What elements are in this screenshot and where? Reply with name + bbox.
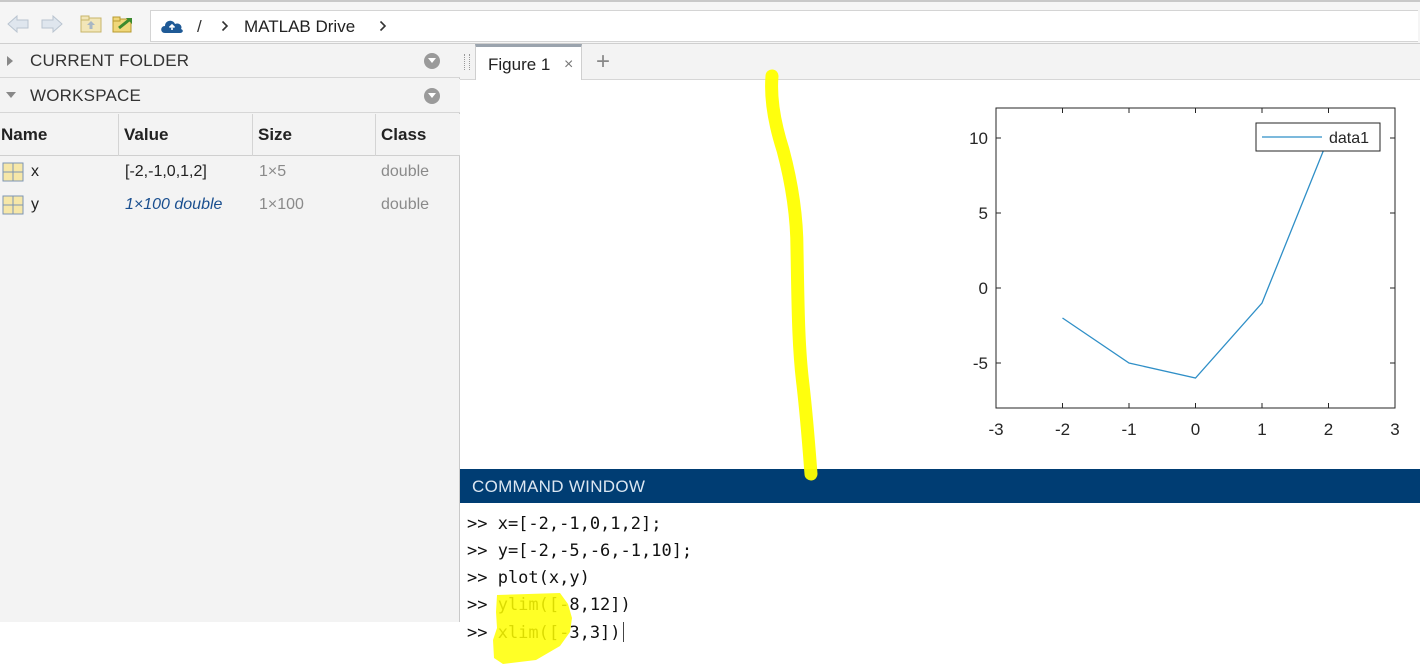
workspace-section[interactable]: WORKSPACE — [0, 79, 460, 113]
drag-handle-icon[interactable] — [464, 54, 470, 70]
x-tick-label: 3 — [1390, 420, 1399, 439]
variable-grid-icon — [2, 195, 24, 215]
x-tick-label: -1 — [1121, 420, 1136, 439]
tab-figure-1[interactable]: Figure 1 × — [475, 44, 582, 81]
column-header-value[interactable]: Value — [119, 114, 253, 156]
y-tick-label: -5 — [973, 354, 988, 373]
figure-canvas[interactable]: -3 -2 -1 0 1 2 3 -5 0 5 10 data1 — [460, 80, 1420, 469]
plot-area — [995, 107, 1396, 409]
variable-grid-icon — [2, 162, 24, 182]
variable-size: 1×100 — [259, 196, 304, 213]
current-folder-section[interactable]: CURRENT FOLDER — [0, 44, 460, 78]
forward-arrow-icon[interactable] — [40, 14, 64, 34]
command-line-current[interactable]: >> xlim([-3,3]) — [467, 622, 624, 643]
variable-name: y — [31, 196, 39, 213]
blank-area — [0, 622, 460, 666]
x-tick-label: 2 — [1324, 420, 1333, 439]
chevron-right-icon[interactable] — [379, 20, 387, 32]
legend-entry: data1 — [1329, 130, 1369, 147]
left-panel: CURRENT FOLDER WORKSPACE Name Value Size… — [0, 44, 460, 622]
variable-name: x — [31, 163, 39, 180]
breadcrumb-matlab-drive[interactable]: MATLAB Drive — [244, 17, 355, 37]
variable-value: [-2,-1,0,1,2] — [125, 163, 207, 180]
command-text: >> xlim([-3,3]) — [467, 623, 621, 643]
expand-triangle-icon[interactable] — [5, 55, 15, 67]
collapse-triangle-icon[interactable] — [5, 90, 17, 100]
variable-value: 1×100 double — [125, 196, 223, 213]
address-bar[interactable]: / MATLAB Drive — [150, 10, 1418, 42]
command-line: >> y=[-2,-5,-6,-1,10]; — [467, 541, 693, 561]
command-window-header: COMMAND WINDOW — [460, 469, 1420, 503]
x-tick-label: 1 — [1257, 420, 1266, 439]
y-tick-label: 10 — [969, 129, 988, 148]
x-tick-label: 0 — [1191, 420, 1200, 439]
up-folder-icon[interactable] — [79, 14, 103, 34]
column-header-size[interactable]: Size — [253, 114, 376, 156]
section-label: WORKSPACE — [30, 86, 142, 105]
variable-class: double — [381, 196, 430, 213]
command-window-title: COMMAND WINDOW — [472, 477, 646, 496]
section-label: CURRENT FOLDER — [30, 51, 190, 70]
chevron-right-icon[interactable] — [221, 20, 229, 32]
command-window[interactable]: >> x=[-2,-1,0,1,2]; >> y=[-2,-5,-6,-1,10… — [460, 503, 1420, 666]
workspace-row[interactable]: y 1×100 double 1×100 double — [0, 189, 460, 222]
figure-tab-bar: Figure 1 × + — [460, 44, 1420, 81]
options-icon[interactable] — [424, 88, 440, 104]
line-chart[interactable]: -3 -2 -1 0 1 2 3 -5 0 5 10 data1 — [460, 80, 1420, 469]
text-cursor — [622, 622, 624, 642]
tab-label: Figure 1 — [488, 55, 551, 74]
x-tick-label: -2 — [1055, 420, 1070, 439]
workspace-row[interactable]: x [-2,-1,0,1,2] 1×5 double — [0, 156, 460, 189]
options-icon[interactable] — [424, 53, 440, 69]
root-separator[interactable]: / — [197, 17, 202, 37]
command-line: >> x=[-2,-1,0,1,2]; — [467, 514, 662, 534]
x-tick-label: -3 — [988, 420, 1003, 439]
column-header-class[interactable]: Class — [376, 114, 460, 156]
close-icon[interactable]: × — [564, 56, 573, 74]
add-figure-button[interactable]: + — [596, 48, 610, 76]
command-line: >> plot(x,y) — [467, 568, 590, 588]
y-tick-label: 0 — [979, 279, 988, 298]
variable-class: double — [381, 163, 430, 180]
cloud-drive-icon — [161, 20, 183, 33]
variable-size: 1×5 — [259, 163, 287, 180]
browse-folder-icon[interactable] — [111, 14, 135, 34]
y-tick-label: 5 — [979, 204, 988, 223]
command-line: >> ylim([-8,12]) — [467, 595, 631, 615]
column-header-name[interactable]: Name — [0, 114, 119, 156]
navigation-toolbar: / MATLAB Drive — [0, 0, 1420, 44]
back-arrow-icon[interactable] — [6, 14, 30, 34]
workspace-table-header: Name Value Size Class — [0, 114, 460, 156]
